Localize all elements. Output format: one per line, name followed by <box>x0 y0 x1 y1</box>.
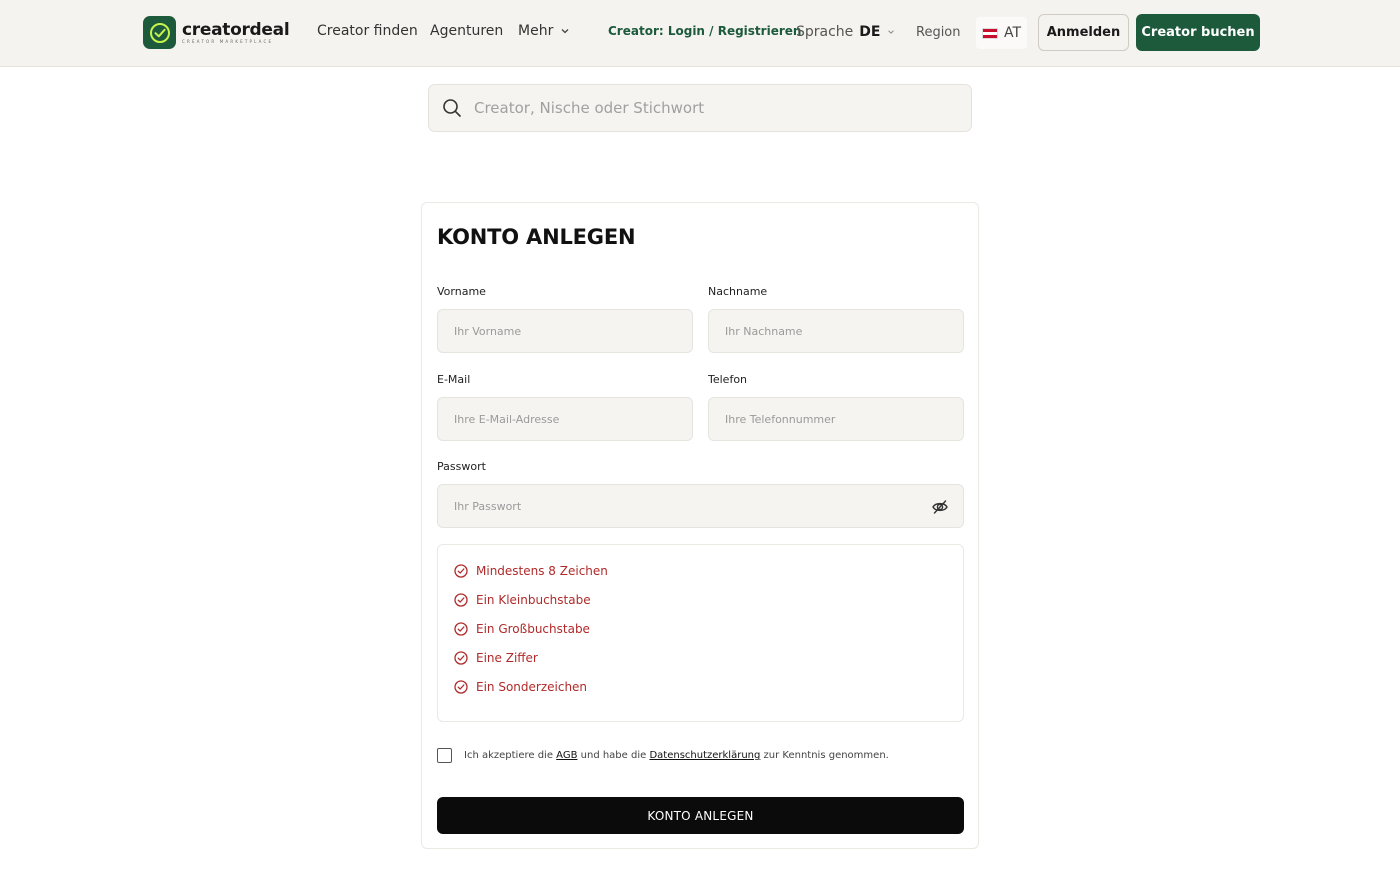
search-input[interactable] <box>474 99 934 117</box>
last-name-field[interactable] <box>708 309 964 353</box>
chevron-down-icon <box>561 29 569 34</box>
terms-middle: und habe die <box>580 750 647 761</box>
check-circle-icon <box>454 622 468 636</box>
region-value: AT <box>1004 25 1022 41</box>
email-field[interactable] <box>437 397 693 441</box>
chevron-down-icon <box>888 30 895 34</box>
login-button[interactable]: Anmelden <box>1038 14 1129 51</box>
requirement-item: Eine Ziffer <box>454 651 538 665</box>
page-title: KONTO ANLEGEN <box>437 225 636 249</box>
first-name-field[interactable] <box>437 309 693 353</box>
email-label: E-Mail <box>437 373 471 386</box>
terms-checkbox[interactable] <box>437 748 452 763</box>
terms-row: Ich akzeptiere die AGB und habe die Date… <box>437 748 889 763</box>
last-name-input[interactable] <box>725 324 947 338</box>
search-icon <box>443 99 461 117</box>
phone-field[interactable] <box>708 397 964 441</box>
last-name-label: Nachname <box>708 285 768 298</box>
language-selector[interactable]: Sprache DE <box>796 24 895 40</box>
email-input[interactable] <box>454 412 676 426</box>
register-card: KONTO ANLEGEN Vorname Nachname E-Mail Te… <box>421 202 979 849</box>
requirement-item: Mindestens 8 Zeichen <box>454 564 608 578</box>
search-bar[interactable] <box>428 84 972 132</box>
site-header: creatordeal CREATOR MARKETPLACE Creator … <box>0 0 1400 67</box>
region-selector[interactable]: AT <box>976 17 1028 49</box>
check-circle-icon <box>454 651 468 665</box>
terms-prefix: Ich akzeptiere die <box>464 750 553 761</box>
eye-off-icon[interactable] <box>931 498 949 516</box>
check-circle-icon <box>454 564 468 578</box>
first-name-label: Vorname <box>437 285 486 298</box>
language-value: DE <box>859 24 881 40</box>
password-field[interactable] <box>437 484 964 528</box>
requirement-text: Mindestens 8 Zeichen <box>476 564 608 578</box>
first-name-input[interactable] <box>454 324 676 338</box>
requirement-item: Ein Sonderzeichen <box>454 680 587 694</box>
privacy-link[interactable]: Datenschutzerklärung <box>649 750 760 761</box>
check-circle-icon <box>454 593 468 607</box>
password-input[interactable] <box>454 499 947 513</box>
requirement-text: Eine Ziffer <box>476 651 538 665</box>
region-label: Region <box>916 25 961 40</box>
nav-mehr-label: Mehr <box>518 23 554 39</box>
book-creator-button[interactable]: Creator buchen <box>1136 14 1260 51</box>
nav-creator-finden[interactable]: Creator finden <box>317 23 418 39</box>
austria-flag-icon <box>982 27 998 39</box>
requirement-text: Ein Sonderzeichen <box>476 680 588 694</box>
requirement-item: Ein Kleinbuchstabe <box>454 593 591 607</box>
terms-suffix: zur Kenntnis genommen. <box>763 750 889 761</box>
creator-login-link[interactable]: Creator: Login / Registrieren <box>608 24 801 38</box>
phone-input[interactable] <box>725 412 947 426</box>
nav-agenturen[interactable]: Agenturen <box>430 23 503 39</box>
agb-link[interactable]: AGB <box>556 750 577 761</box>
logo-name: creatordeal <box>182 19 290 40</box>
password-requirements: Mindestens 8 Zeichen Ein Kleinbuchstabe … <box>437 544 964 722</box>
check-circle-icon <box>143 16 176 49</box>
phone-label: Telefon <box>708 373 748 386</box>
create-account-button[interactable]: KONTO ANLEGEN <box>437 797 964 834</box>
logo-tagline: CREATOR MARKETPLACE <box>182 38 274 44</box>
nav-mehr[interactable]: Mehr <box>518 23 570 39</box>
requirement-text: Ein Großbuchstabe <box>476 622 590 636</box>
requirement-item: Ein Großbuchstabe <box>454 622 590 636</box>
requirement-text: Ein Kleinbuchstabe <box>476 593 591 607</box>
logo[interactable]: creatordeal CREATOR MARKETPLACE <box>143 16 290 49</box>
password-label: Passwort <box>437 460 486 473</box>
check-circle-icon <box>454 680 468 694</box>
language-label: Sprache <box>796 24 854 40</box>
